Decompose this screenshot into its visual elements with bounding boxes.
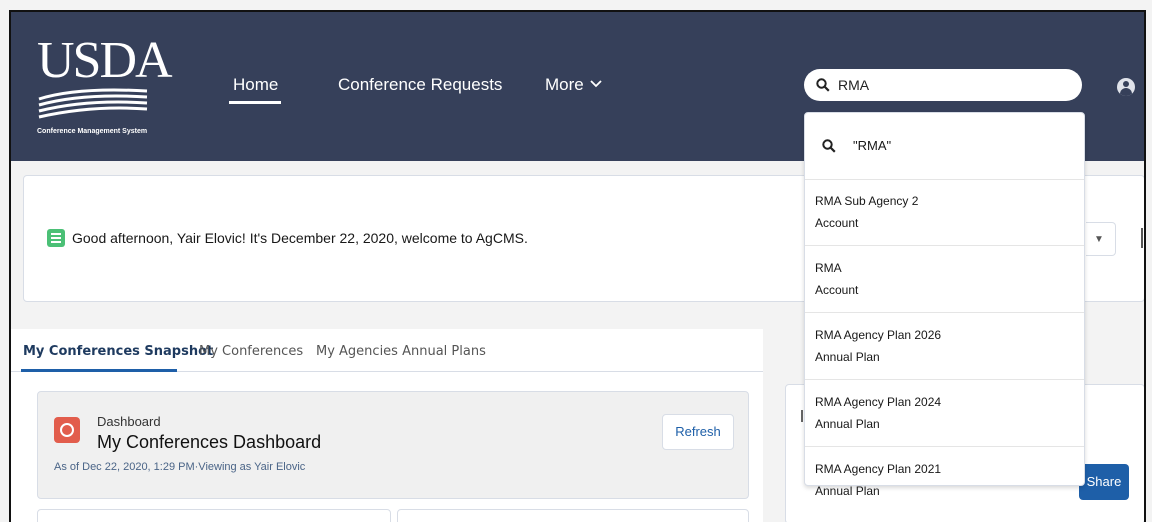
dashboard-title: My Conferences Dashboard (97, 432, 322, 452)
logo-text: USDA (37, 32, 173, 89)
search-all-query: "RMA" (853, 138, 892, 153)
dashboard-component-card (37, 509, 391, 522)
search-result-item[interactable]: RMA Agency Plan 2021 Annual Plan (805, 447, 1084, 498)
search-result-item[interactable]: RMA Agency Plan 2024 Annual Plan (805, 380, 1084, 447)
result-type: Annual Plan (815, 417, 880, 431)
dashboard-component-card (397, 509, 749, 522)
result-name: RMA Agency Plan 2021 (815, 462, 942, 476)
active-tab-indicator (21, 369, 177, 372)
avatar-body (1120, 88, 1132, 96)
welcome-dropdown[interactable]: ▼ (1086, 222, 1116, 256)
caret-down-icon: ▼ (1094, 234, 1104, 245)
welcome-message: Good afternoon, Yair Elovic! It's Decemb… (72, 230, 528, 246)
nav-active-indicator (229, 101, 281, 104)
tab-my-agencies-annual-plans[interactable]: My Agencies Annual Plans (316, 344, 486, 359)
logo-swoosh-icon (38, 88, 148, 119)
side-divider (1141, 228, 1143, 248)
result-type: Account (815, 283, 859, 297)
result-name: RMA Agency Plan 2026 (815, 328, 942, 342)
share-button[interactable]: Share (1079, 464, 1129, 500)
result-name: RMA (815, 261, 842, 275)
dashboard-icon (54, 417, 80, 443)
dashboard-kicker: Dashboard (97, 414, 161, 429)
user-avatar-icon[interactable] (1117, 78, 1135, 96)
result-type: Account (815, 216, 859, 230)
checklist-icon (47, 229, 65, 247)
result-type: Annual Plan (815, 350, 880, 364)
nav-more[interactable]: More (545, 75, 602, 95)
nav-more-label: More (545, 75, 584, 94)
nav-conference-requests[interactable]: Conference Requests (338, 75, 502, 95)
search-result-item[interactable]: RMA Sub Agency 2 Account (805, 179, 1084, 246)
tab-my-conferences-snapshot[interactable]: My Conferences Snapshot (23, 344, 213, 359)
search-all-option[interactable]: "RMA" (805, 113, 1084, 180)
result-name: RMA Agency Plan 2024 (815, 395, 942, 409)
usda-logo[interactable]: USDA Conference Management System (37, 32, 173, 136)
global-search-input[interactable]: RMA (804, 69, 1082, 101)
search-value: RMA (838, 77, 870, 93)
search-result-item[interactable]: RMA Agency Plan 2026 Annual Plan (805, 313, 1084, 380)
logo-subtitle: Conference Management System (37, 128, 148, 135)
search-icon (822, 139, 836, 153)
result-name: RMA Sub Agency 2 (815, 194, 919, 208)
card-marker (801, 410, 803, 422)
chevron-down-icon (590, 80, 602, 88)
refresh-button[interactable]: Refresh (662, 414, 734, 450)
search-icon (816, 78, 830, 92)
app-window: USDA Conference Management System Home C… (9, 10, 1146, 522)
dashboard-header-card: Dashboard My Conferences Dashboard As of… (37, 391, 749, 499)
tab-my-conferences[interactable]: My Conferences (199, 344, 303, 359)
nav-home[interactable]: Home (233, 75, 278, 95)
result-type: Annual Plan (815, 484, 880, 498)
dashboard-meta: As of Dec 22, 2020, 1:29 PM·Viewing as Y… (54, 461, 306, 473)
avatar-head (1123, 81, 1129, 87)
search-result-item[interactable]: RMA Account (805, 246, 1084, 313)
search-results-dropdown: "RMA" RMA Sub Agency 2 Account RMA Accou… (804, 112, 1085, 498)
